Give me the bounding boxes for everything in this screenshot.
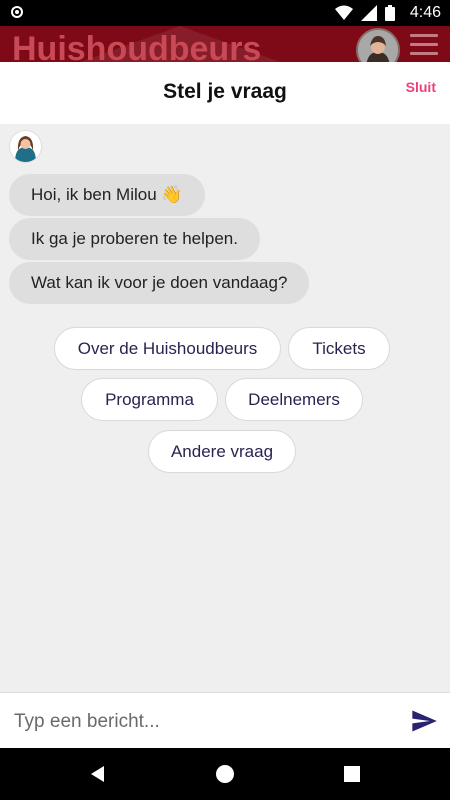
quick-reply-andere-vraag[interactable]: Andere vraag [148, 430, 296, 473]
system-nav-bar [0, 748, 450, 800]
chat-area[interactable]: Hoi, ik ben Milou 👋 Ik ga je proberen te… [0, 124, 450, 692]
quick-reply-tickets[interactable]: Tickets [288, 327, 390, 370]
brand-logo: Huishoudbeurs [12, 30, 262, 62]
message-input[interactable] [12, 707, 396, 737]
home-icon[interactable] [215, 764, 235, 784]
status-bar: 4:46 [0, 0, 450, 26]
signal-icon [361, 5, 377, 21]
chat-header: Stel je vraag Sluit [0, 62, 450, 125]
bot-message: Wat kan ik voor je doen vandaag? [9, 262, 310, 304]
recents-icon[interactable] [342, 764, 362, 784]
status-time: 4:46 [409, 4, 441, 21]
assistant-avatar-button[interactable] [356, 28, 400, 62]
app-bar: Huishoudbeurs [0, 26, 450, 62]
message-composer [0, 692, 450, 749]
back-icon[interactable] [88, 764, 108, 784]
status-icons [335, 5, 395, 21]
quick-reply-programma[interactable]: Programma [81, 378, 218, 421]
send-icon[interactable] [410, 707, 438, 735]
bot-message: Hoi, ik ben Milou 👋 [9, 174, 205, 216]
quick-reply-over[interactable]: Over de Huishoudbeurs [54, 327, 281, 370]
page-title: Stel je vraag [163, 80, 287, 103]
close-button[interactable]: Sluit [406, 79, 436, 95]
bot-avatar [9, 130, 42, 163]
battery-icon [385, 5, 395, 21]
avatar-icon [358, 30, 398, 62]
wifi-icon [335, 5, 353, 20]
menu-icon[interactable] [410, 34, 438, 56]
bot-message: Ik ga je proberen te helpen. [9, 218, 260, 260]
quick-reply-deelnemers[interactable]: Deelnemers [225, 378, 363, 421]
notification-icon [11, 6, 23, 18]
